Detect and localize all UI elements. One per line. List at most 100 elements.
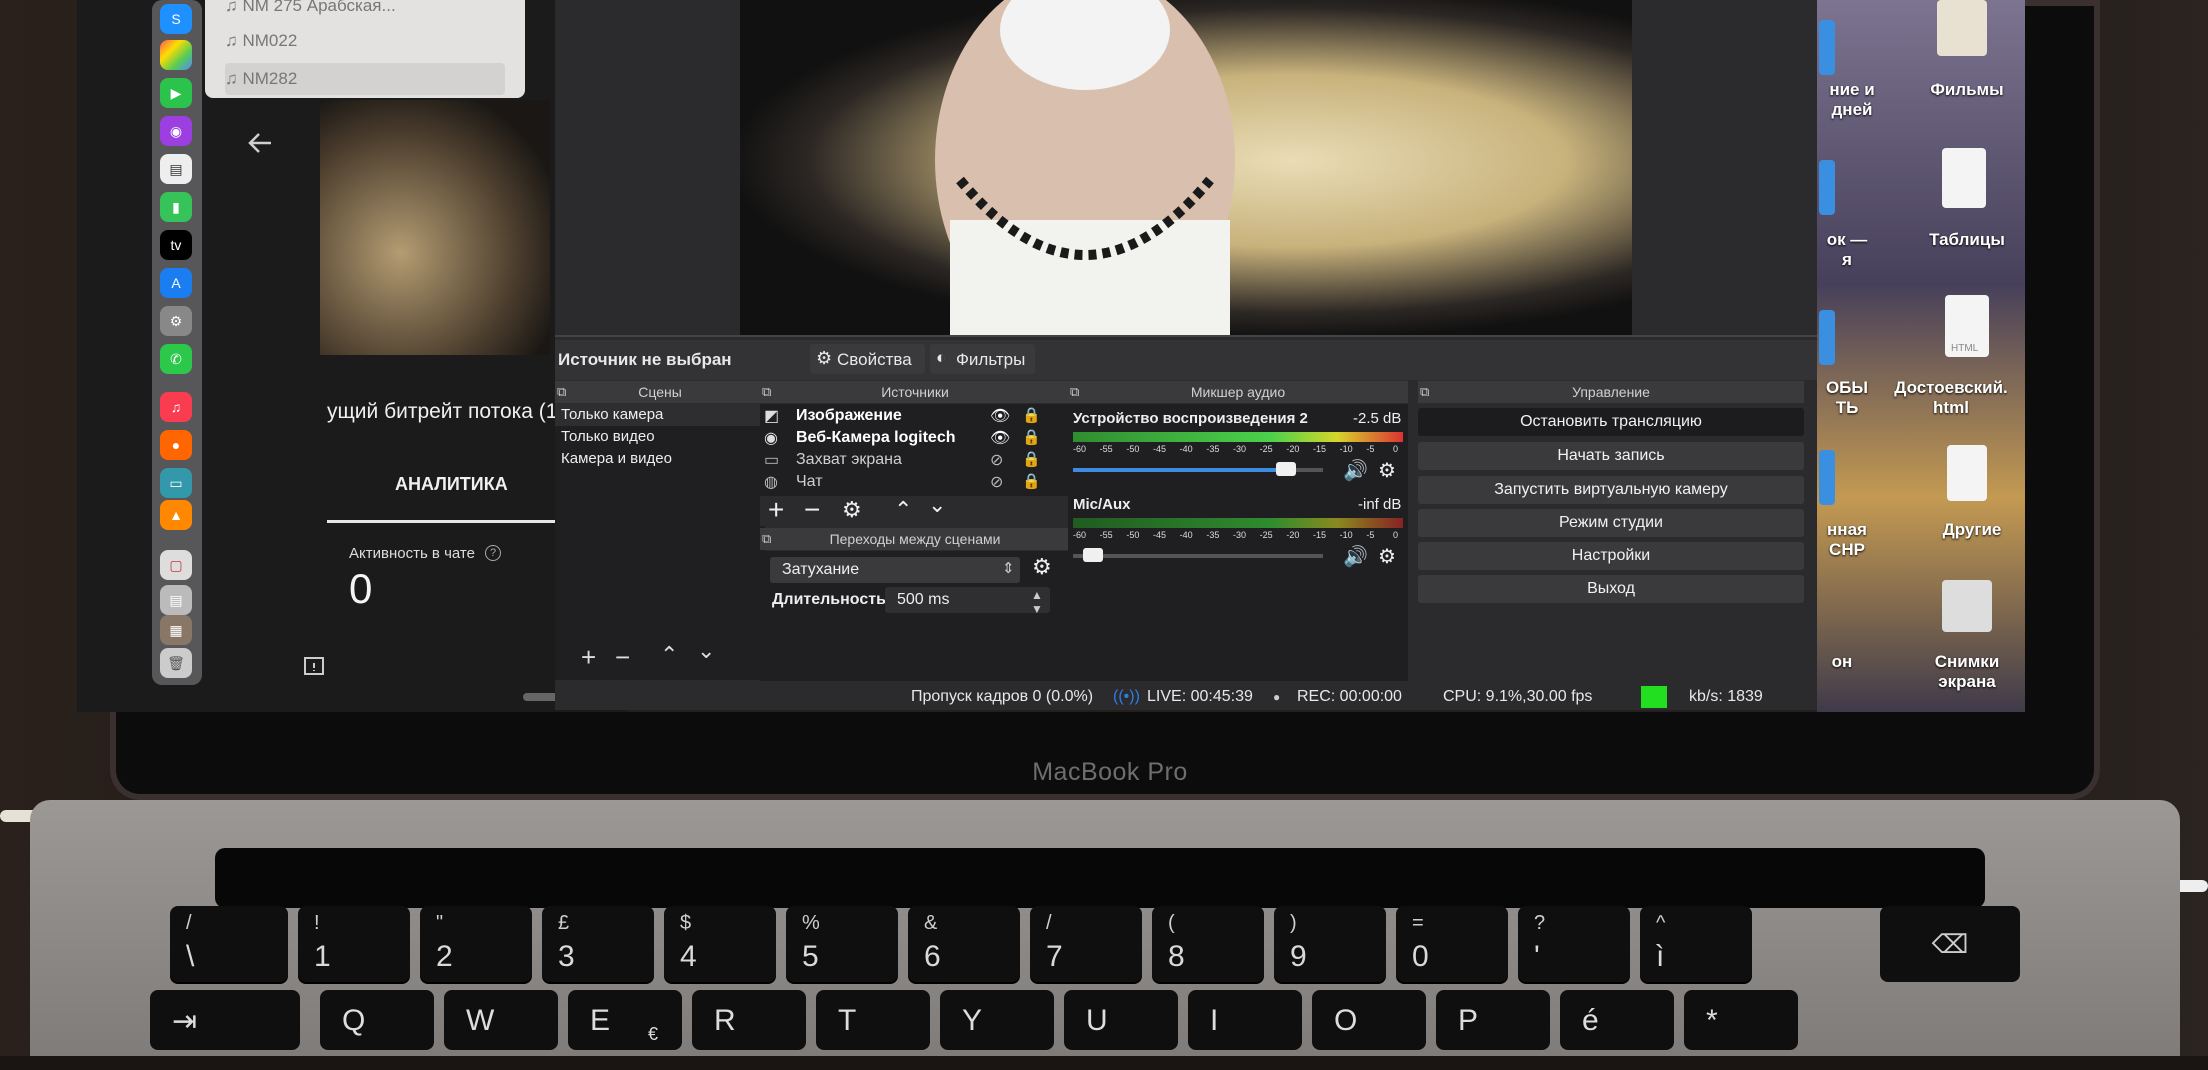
control-center-icon[interactable]: ▭ <box>160 468 192 498</box>
eye-icon[interactable]: 👁 <box>990 406 1010 426</box>
eye-hidden-icon[interactable]: ⊘ <box>990 472 1003 492</box>
move-up-icon[interactable]: ⌃ <box>894 497 912 523</box>
touch-bar[interactable] <box>215 848 1985 908</box>
whatsapp-icon[interactable]: ✆ <box>160 344 192 374</box>
key[interactable]: /7 <box>1030 906 1142 982</box>
key[interactable]: Q <box>320 990 434 1050</box>
facetime-icon[interactable]: ▶ <box>160 78 192 108</box>
stepper-icon[interactable]: ▲ ▼ <box>1031 588 1043 616</box>
key[interactable]: ! 1 <box>298 906 410 982</box>
move-up-icon[interactable]: ⌃ <box>660 642 678 668</box>
lock-icon[interactable]: 🔒 <box>1022 472 1041 490</box>
add-source-icon[interactable]: + <box>768 494 784 526</box>
key[interactable]: / \ <box>170 906 288 982</box>
source-item[interactable]: ◉ Веб-Камера logitech 👁 🔒 <box>760 428 1070 450</box>
key[interactable]: P <box>1436 990 1550 1050</box>
feedback-icon[interactable] <box>302 655 328 681</box>
source-item[interactable]: ◩ Изображение 👁 🔒 <box>760 406 1070 428</box>
back-arrow-icon[interactable] <box>245 128 275 158</box>
tab-key[interactable]: ⇥ <box>150 990 300 1050</box>
source-item[interactable]: ▭ Захват экрана ⊘ 🔒 <box>760 450 1070 472</box>
key[interactable]: é <box>1560 990 1674 1050</box>
key[interactable]: $4 <box>664 906 776 982</box>
transition-select[interactable]: Затухание ⇕ <box>770 557 1020 583</box>
numbers-icon[interactable]: ▮ <box>160 192 192 222</box>
scene-item[interactable]: Камера и видео <box>561 448 672 470</box>
undock-icon[interactable]: ⧉ <box>762 528 771 550</box>
key[interactable]: R <box>692 990 806 1050</box>
vlc-icon[interactable]: ▲ <box>160 500 192 530</box>
podcasts-icon[interactable]: ◉ <box>160 116 192 146</box>
undock-icon[interactable]: ⧉ <box>557 381 566 403</box>
undock-icon[interactable]: ⧉ <box>762 381 771 403</box>
scene-item-selected[interactable]: Только камера <box>555 404 763 426</box>
move-down-icon[interactable]: ⌄ <box>928 492 946 518</box>
movies-folder-icon[interactable] <box>1937 0 1987 56</box>
key[interactable]: = 0 <box>1396 906 1508 982</box>
key[interactable]: % 5 <box>786 906 898 982</box>
key[interactable]: ) 9 <box>1274 906 1386 982</box>
document-icon[interactable]: ▢ <box>160 550 192 580</box>
undock-icon[interactable]: ⧉ <box>1070 381 1079 403</box>
app-store-icon[interactable]: A <box>160 268 192 298</box>
stop-streaming-button[interactable]: Остановить трансляцию <box>1418 408 1804 436</box>
spreadsheet-icon[interactable] <box>1942 148 1986 208</box>
properties-button[interactable]: ⚙ Свойства <box>810 344 925 374</box>
key[interactable]: W <box>444 990 558 1050</box>
list-item[interactable]: ♫ NM022 <box>225 25 505 57</box>
key[interactable]: Y <box>940 990 1054 1050</box>
speaker-icon[interactable]: 🔊 <box>1343 544 1368 569</box>
eye-hidden-icon[interactable]: ⊘ <box>990 450 1003 470</box>
add-scene-icon[interactable]: + <box>581 642 596 673</box>
list-item-selected[interactable]: ♫ NM282 <box>225 63 505 95</box>
lock-icon[interactable]: 🔒 <box>1022 450 1041 468</box>
list-item[interactable]: ♫ NM 275 Арабская... <box>225 0 505 22</box>
key[interactable]: O <box>1312 990 1426 1050</box>
volume-slider-handle[interactable] <box>1275 462 1296 476</box>
exit-button[interactable]: Выход <box>1418 575 1804 603</box>
preview-icon[interactable]: ▤ <box>160 154 192 184</box>
undock-icon[interactable]: ⧉ <box>1420 381 1429 403</box>
help-icon[interactable]: ? <box>485 545 501 561</box>
key[interactable]: (8 <box>1152 906 1264 982</box>
key[interactable]: I <box>1188 990 1302 1050</box>
scene-item[interactable]: Только видео <box>561 426 655 448</box>
source-settings-icon[interactable]: ⚙ <box>842 497 862 523</box>
gear-icon[interactable]: ⚙ <box>1378 458 1396 483</box>
lock-icon[interactable]: 🔒 <box>1022 428 1041 446</box>
trash-icon[interactable]: 🗑 <box>160 648 192 678</box>
lock-icon[interactable]: 🔒 <box>1022 406 1041 424</box>
settings-button[interactable]: Настройки <box>1418 542 1804 570</box>
music-icon[interactable]: ♫ <box>160 392 192 422</box>
system-preferences-icon[interactable]: ⚙ <box>160 306 192 336</box>
remove-source-icon[interactable]: − <box>804 494 820 526</box>
html-file-icon[interactable]: HTML <box>1945 295 1989 357</box>
key[interactable]: T <box>816 990 930 1050</box>
volume-slider-handle[interactable] <box>1083 548 1103 562</box>
speaker-icon[interactable]: 🔊 <box>1343 458 1368 483</box>
folder-icon[interactable]: ▤ <box>160 585 192 615</box>
key[interactable]: £3 <box>542 906 654 982</box>
key[interactable]: & 6 <box>908 906 1020 982</box>
skype-icon[interactable]: S <box>160 4 192 34</box>
key[interactable]: ^ ì <box>1640 906 1752 982</box>
key[interactable]: * <box>1684 990 1798 1050</box>
delete-key[interactable]: ⌫ <box>1880 906 2020 982</box>
photos-icon[interactable] <box>160 40 192 70</box>
eye-icon[interactable]: 👁 <box>990 428 1010 448</box>
duration-spinbox[interactable]: 500 ms ▲ ▼ <box>885 587 1050 616</box>
key[interactable]: ? ' <box>1518 906 1630 982</box>
source-item[interactable]: ◍ Чат ⊘ 🔒 <box>760 472 1070 494</box>
stack-icon[interactable]: ▦ <box>160 615 192 645</box>
filters-button[interactable]: ◐ Фильтры <box>930 344 1035 374</box>
apple-tv-icon[interactable]: tv <box>160 230 192 260</box>
key[interactable]: " 2 <box>420 906 532 982</box>
key[interactable]: E € <box>568 990 682 1050</box>
remove-scene-icon[interactable]: − <box>615 642 630 673</box>
move-down-icon[interactable]: ⌄ <box>697 638 715 664</box>
gear-icon[interactable]: ⚙ <box>1378 544 1396 569</box>
transition-settings-icon[interactable]: ⚙ <box>1032 554 1052 580</box>
start-recording-button[interactable]: Начать запись <box>1418 442 1804 470</box>
key[interactable]: U <box>1064 990 1178 1050</box>
start-virtual-camera-button[interactable]: Запустить виртуальную камеру <box>1418 476 1804 504</box>
